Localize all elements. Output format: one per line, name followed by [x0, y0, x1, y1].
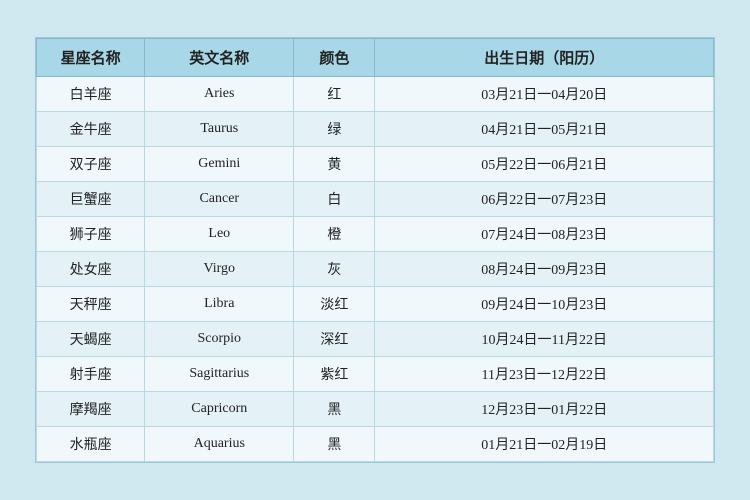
- cell-color: 深红: [294, 322, 375, 357]
- cell-color: 黑: [294, 427, 375, 462]
- cell-color: 紫红: [294, 357, 375, 392]
- table-row: 金牛座Taurus绿04月21日一05月21日: [37, 112, 714, 147]
- header-english: 英文名称: [145, 39, 294, 77]
- cell-english: Gemini: [145, 147, 294, 182]
- header-date: 出生日期（阳历）: [375, 39, 714, 77]
- cell-date: 10月24日一11月22日: [375, 322, 714, 357]
- cell-chinese: 射手座: [37, 357, 145, 392]
- header-chinese: 星座名称: [37, 39, 145, 77]
- cell-chinese: 金牛座: [37, 112, 145, 147]
- cell-chinese: 狮子座: [37, 217, 145, 252]
- cell-date: 09月24日一10月23日: [375, 287, 714, 322]
- cell-english: Capricorn: [145, 392, 294, 427]
- table-row: 天秤座Libra淡红09月24日一10月23日: [37, 287, 714, 322]
- cell-chinese: 白羊座: [37, 77, 145, 112]
- cell-chinese: 巨蟹座: [37, 182, 145, 217]
- cell-date: 07月24日一08月23日: [375, 217, 714, 252]
- table-row: 白羊座Aries红03月21日一04月20日: [37, 77, 714, 112]
- cell-date: 08月24日一09月23日: [375, 252, 714, 287]
- cell-english: Libra: [145, 287, 294, 322]
- cell-chinese: 摩羯座: [37, 392, 145, 427]
- cell-color: 橙: [294, 217, 375, 252]
- table-row: 巨蟹座Cancer白06月22日一07月23日: [37, 182, 714, 217]
- cell-date: 11月23日一12月22日: [375, 357, 714, 392]
- table-row: 天蝎座Scorpio深红10月24日一11月22日: [37, 322, 714, 357]
- cell-color: 淡红: [294, 287, 375, 322]
- cell-date: 12月23日一01月22日: [375, 392, 714, 427]
- cell-chinese: 天蝎座: [37, 322, 145, 357]
- cell-english: Cancer: [145, 182, 294, 217]
- header-color: 颜色: [294, 39, 375, 77]
- table-row: 处女座Virgo灰08月24日一09月23日: [37, 252, 714, 287]
- table-row: 狮子座Leo橙07月24日一08月23日: [37, 217, 714, 252]
- cell-color: 红: [294, 77, 375, 112]
- cell-chinese: 处女座: [37, 252, 145, 287]
- cell-english: Virgo: [145, 252, 294, 287]
- cell-english: Scorpio: [145, 322, 294, 357]
- cell-english: Sagittarius: [145, 357, 294, 392]
- cell-chinese: 水瓶座: [37, 427, 145, 462]
- cell-english: Taurus: [145, 112, 294, 147]
- cell-date: 03月21日一04月20日: [375, 77, 714, 112]
- cell-date: 06月22日一07月23日: [375, 182, 714, 217]
- cell-english: Aquarius: [145, 427, 294, 462]
- cell-english: Leo: [145, 217, 294, 252]
- cell-color: 黑: [294, 392, 375, 427]
- table-row: 摩羯座Capricorn黑12月23日一01月22日: [37, 392, 714, 427]
- table-row: 射手座Sagittarius紫红11月23日一12月22日: [37, 357, 714, 392]
- cell-date: 04月21日一05月21日: [375, 112, 714, 147]
- table-row: 双子座Gemini黄05月22日一06月21日: [37, 147, 714, 182]
- table-header-row: 星座名称 英文名称 颜色 出生日期（阳历）: [37, 39, 714, 77]
- cell-chinese: 天秤座: [37, 287, 145, 322]
- cell-color: 绿: [294, 112, 375, 147]
- cell-english: Aries: [145, 77, 294, 112]
- cell-color: 黄: [294, 147, 375, 182]
- cell-date: 05月22日一06月21日: [375, 147, 714, 182]
- cell-chinese: 双子座: [37, 147, 145, 182]
- table-row: 水瓶座Aquarius黑01月21日一02月19日: [37, 427, 714, 462]
- cell-color: 灰: [294, 252, 375, 287]
- cell-color: 白: [294, 182, 375, 217]
- cell-date: 01月21日一02月19日: [375, 427, 714, 462]
- zodiac-table: 星座名称 英文名称 颜色 出生日期（阳历） 白羊座Aries红03月21日一04…: [35, 37, 715, 463]
